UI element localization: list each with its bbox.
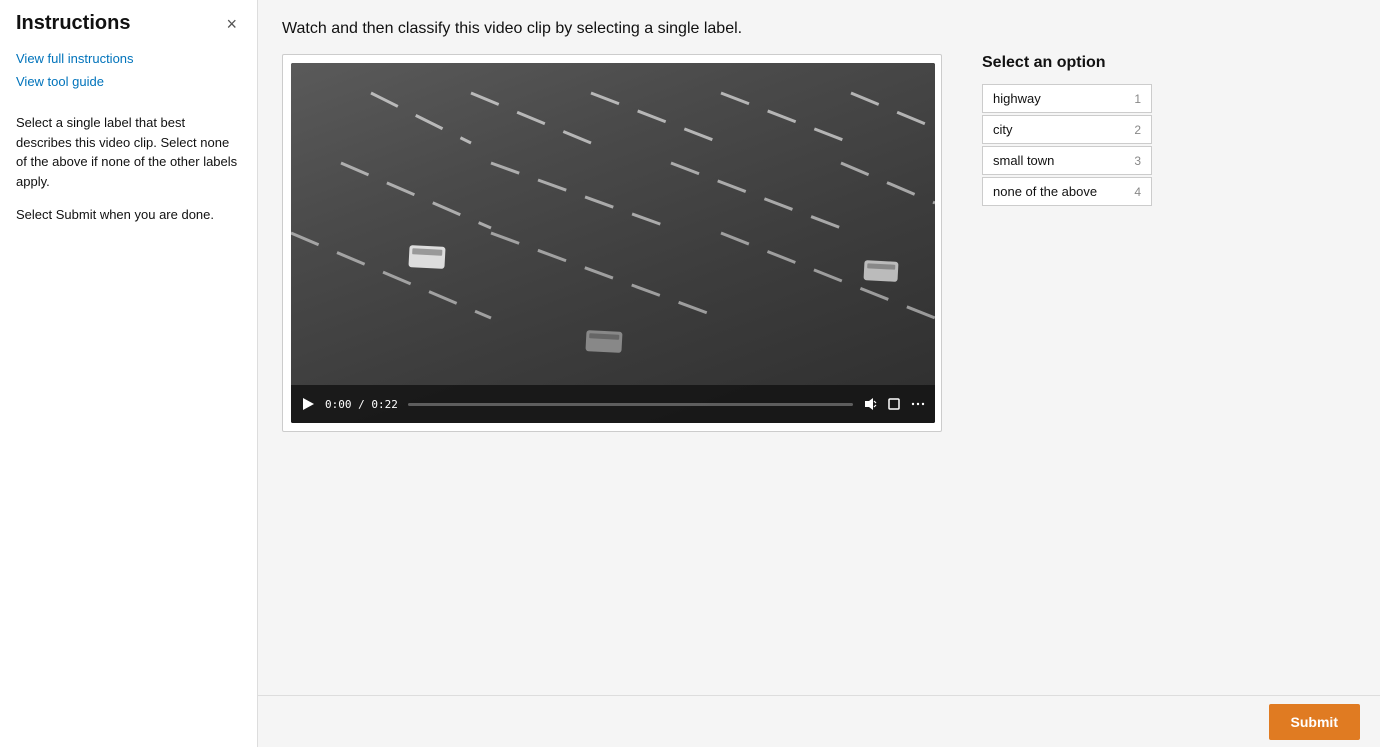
task-instruction: Watch and then classify this video clip … — [282, 20, 1356, 38]
sidebar: Instructions × View full instructions Vi… — [0, 0, 258, 747]
option-city-label: city — [993, 122, 1013, 137]
options-panel: Select an option highway 1 city 2 small … — [982, 54, 1152, 208]
instructions-paragraph-1: Select a single label that best describe… — [16, 113, 241, 191]
close-button[interactable]: × — [222, 13, 241, 35]
sidebar-title: Instructions — [16, 12, 130, 35]
instructions-paragraph-2: Select Submit when you are done. — [16, 205, 241, 225]
video-container: 0:00 / 0:22 — [282, 54, 942, 432]
view-tool-guide-link[interactable]: View tool guide — [16, 74, 241, 89]
options-title: Select an option — [982, 54, 1106, 72]
main-content: Watch and then classify this video clip … — [258, 0, 1380, 695]
more-button[interactable] — [911, 397, 925, 411]
video-player[interactable]: 0:00 / 0:22 — [291, 63, 935, 423]
sidebar-instructions-text: Select a single label that best describe… — [16, 113, 241, 239]
option-none-label: none of the above — [993, 184, 1097, 199]
content-row: 0:00 / 0:22 — [282, 54, 1356, 432]
main-layout: Instructions × View full instructions Vi… — [0, 0, 1380, 747]
option-city[interactable]: city 2 — [982, 115, 1152, 144]
time-display: 0:00 / 0:22 — [325, 398, 398, 411]
sidebar-header: Instructions × — [16, 12, 241, 35]
progress-bar[interactable] — [408, 403, 853, 406]
video-controls: 0:00 / 0:22 — [291, 385, 935, 423]
option-none-of-above[interactable]: none of the above 4 — [982, 177, 1152, 206]
volume-button[interactable] — [863, 397, 877, 411]
option-city-number: 2 — [1134, 123, 1141, 137]
video-scene — [291, 63, 935, 423]
fullscreen-button[interactable] — [887, 397, 901, 411]
option-small-town-label: small town — [993, 153, 1054, 168]
option-highway[interactable]: highway 1 — [982, 84, 1152, 113]
submit-button[interactable]: Submit — [1269, 704, 1360, 740]
option-none-number: 4 — [1134, 185, 1141, 199]
bottom-bar: Submit — [258, 695, 1380, 747]
option-small-town-number: 3 — [1134, 154, 1141, 168]
road-markings — [291, 63, 935, 423]
option-small-town[interactable]: small town 3 — [982, 146, 1152, 175]
option-highway-number: 1 — [1134, 92, 1141, 106]
play-button[interactable] — [301, 397, 315, 411]
option-highway-label: highway — [993, 91, 1041, 106]
view-full-instructions-link[interactable]: View full instructions — [16, 51, 241, 66]
